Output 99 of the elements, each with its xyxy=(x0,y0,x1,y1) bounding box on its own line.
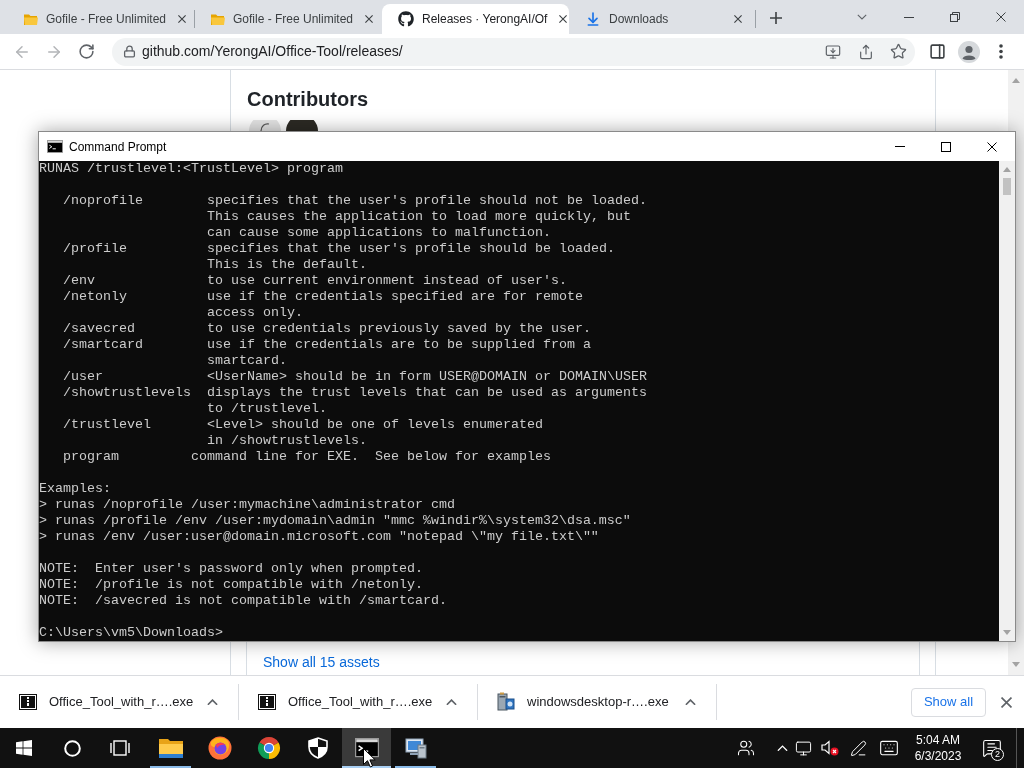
option-description: to use current environment instead of user's. xyxy=(207,273,567,289)
scrollbar-thumb[interactable] xyxy=(1003,178,1011,195)
archive-icon xyxy=(19,694,37,710)
console-line: NOTE: Enter user's password only when prompted. xyxy=(39,561,423,576)
console-line: > runas /noprofile /user:mymachine\administrator cmd xyxy=(39,497,455,512)
share-icon xyxy=(858,43,874,60)
chrome-logo-icon xyxy=(256,736,281,760)
option-description: command line for EXE. See below for examples xyxy=(191,449,551,465)
side-panel-icon xyxy=(928,43,946,60)
plus-icon xyxy=(770,12,782,24)
chevron-up-icon xyxy=(206,698,218,706)
console-line: > runas /env /user:user@domain.microsoft.com "notepad \"my file.txt\"" xyxy=(39,529,599,544)
address-bar[interactable]: github.com/YerongAI/Office-Tool/releases/ xyxy=(112,37,915,66)
github-logo-icon xyxy=(398,11,414,27)
clock-button[interactable]: 5:04 AM 6/3/2023 xyxy=(908,728,968,768)
people-icon xyxy=(737,739,755,757)
show-all-assets-link[interactable]: Show all 15 assets xyxy=(263,652,380,672)
console-icon xyxy=(354,738,379,758)
restore-icon xyxy=(950,12,960,22)
folder-icon xyxy=(211,13,225,25)
option-name: /savecred xyxy=(63,321,135,336)
close-icon xyxy=(996,12,1006,22)
option-description: specifies that the user's profile should not be loaded. This causes the application to load more quickly, but can cause some applications to malfunction. xyxy=(207,193,647,241)
search-ring-icon xyxy=(63,739,81,757)
close-icon xyxy=(178,15,187,23)
option-name: /env xyxy=(63,273,95,288)
download-item[interactable]: Office_Tool_with_r….exe xyxy=(0,682,238,722)
notifications-button[interactable]: 2 xyxy=(968,728,1016,768)
option-name: /trustlevel xyxy=(63,417,151,432)
lock-icon xyxy=(122,45,136,58)
minimize-icon xyxy=(895,146,905,147)
close-icon xyxy=(365,15,374,23)
browser-tab[interactable]: Gofile - Free Unlimited xyxy=(8,4,195,34)
console-line: > runas /profile /env /user:mydomain\admin "mmc %windir%\system32\dsa.msc" xyxy=(39,513,631,528)
console-line: Examples: xyxy=(39,481,111,496)
option-name: /user xyxy=(63,369,103,384)
chevron-up-icon xyxy=(776,744,788,752)
avatar-icon xyxy=(958,40,980,63)
maximize-icon xyxy=(941,141,951,152)
url-text: github.com/YerongAI/Office-Tool/releases/ xyxy=(142,42,403,61)
avatar-icon xyxy=(249,120,281,131)
computer-icon xyxy=(403,736,428,760)
close-icon xyxy=(1000,696,1012,708)
mouse-cursor-icon xyxy=(363,748,376,768)
shield-icon xyxy=(307,737,328,759)
option-description: <Level> should be one of levels enumerated in /showtrustlevels. xyxy=(207,417,543,449)
window-title: Command Prompt xyxy=(69,138,167,156)
chevron-up-icon xyxy=(684,698,696,706)
task-view-icon xyxy=(110,740,130,756)
option-name: /netonly xyxy=(63,289,127,304)
option-name: program xyxy=(63,449,119,464)
console-line: RUNAS /trustlevel:<TrustLevel> program xyxy=(39,161,343,176)
option-name: /noprofile xyxy=(63,193,143,208)
keyboard-icon xyxy=(879,738,899,758)
archive-icon xyxy=(258,694,276,710)
option-description: <UserName> should be in form USER@DOMAIN or DOMAIN\USER xyxy=(207,369,647,385)
option-description: to use credentials previously saved by the user. xyxy=(207,321,591,337)
download-item[interactable]: windowsdesktop-r….exe xyxy=(478,682,716,722)
chevron-up-icon xyxy=(445,698,457,706)
browser-tab[interactable]: Gofile - Free Unlimited xyxy=(195,4,382,34)
fox-globe-icon xyxy=(207,736,232,760)
section-heading: Contributors xyxy=(247,87,369,112)
monitor-download-icon xyxy=(825,43,841,60)
browser-tab[interactable]: Releases · YerongAI/Of xyxy=(382,4,569,34)
close-icon xyxy=(734,15,742,23)
download-icon xyxy=(585,11,601,27)
console-line: C:\Users\vm5\Downloads> xyxy=(39,625,223,640)
show-all-button[interactable]: Show all xyxy=(911,687,986,717)
folder-icon xyxy=(24,13,38,25)
network-monitor-icon xyxy=(794,739,812,757)
notification-count-badge: 2 xyxy=(991,748,1004,761)
star-icon xyxy=(889,43,907,60)
download-item[interactable]: Office_Tool_with_r….exe xyxy=(239,682,477,722)
message-icon xyxy=(982,738,1002,758)
console-line: NOTE: /profile is not compatible with /netonly. xyxy=(39,577,423,592)
chevron-down-icon xyxy=(857,14,867,20)
browser-tab[interactable]: Downloads xyxy=(569,4,756,34)
option-name: /profile xyxy=(63,241,127,256)
scrollbar[interactable] xyxy=(999,161,1015,641)
menu-icon xyxy=(999,44,1003,59)
option-name: /smartcard xyxy=(63,337,143,352)
option-name: /showtrustlevels xyxy=(63,385,191,400)
reload-icon xyxy=(77,43,95,60)
muted-speaker-icon xyxy=(821,740,839,756)
console-line: NOTE: /savecred is not compatible with /smartcard. xyxy=(39,593,447,608)
option-description: use if the credentials are to be supplied from a smartcard. xyxy=(207,337,591,369)
windows-logo-icon xyxy=(16,740,32,756)
folder-icon xyxy=(158,738,183,758)
option-description: displays the trust levels that can be used as arguments to /trustlevel. xyxy=(207,385,647,417)
taskbar-app-button[interactable] xyxy=(342,728,391,768)
installer-icon xyxy=(497,692,515,712)
close-icon xyxy=(987,141,997,152)
option-description: use if the credentials specified are for remote access only. xyxy=(207,289,583,321)
close-icon xyxy=(559,15,568,23)
option-description: specifies that the user's profile should be loaded. This is the default. xyxy=(207,241,615,273)
pen-icon xyxy=(849,739,867,757)
console-icon xyxy=(47,140,63,153)
minimize-icon xyxy=(904,16,914,18)
avatar-icon xyxy=(286,120,318,131)
